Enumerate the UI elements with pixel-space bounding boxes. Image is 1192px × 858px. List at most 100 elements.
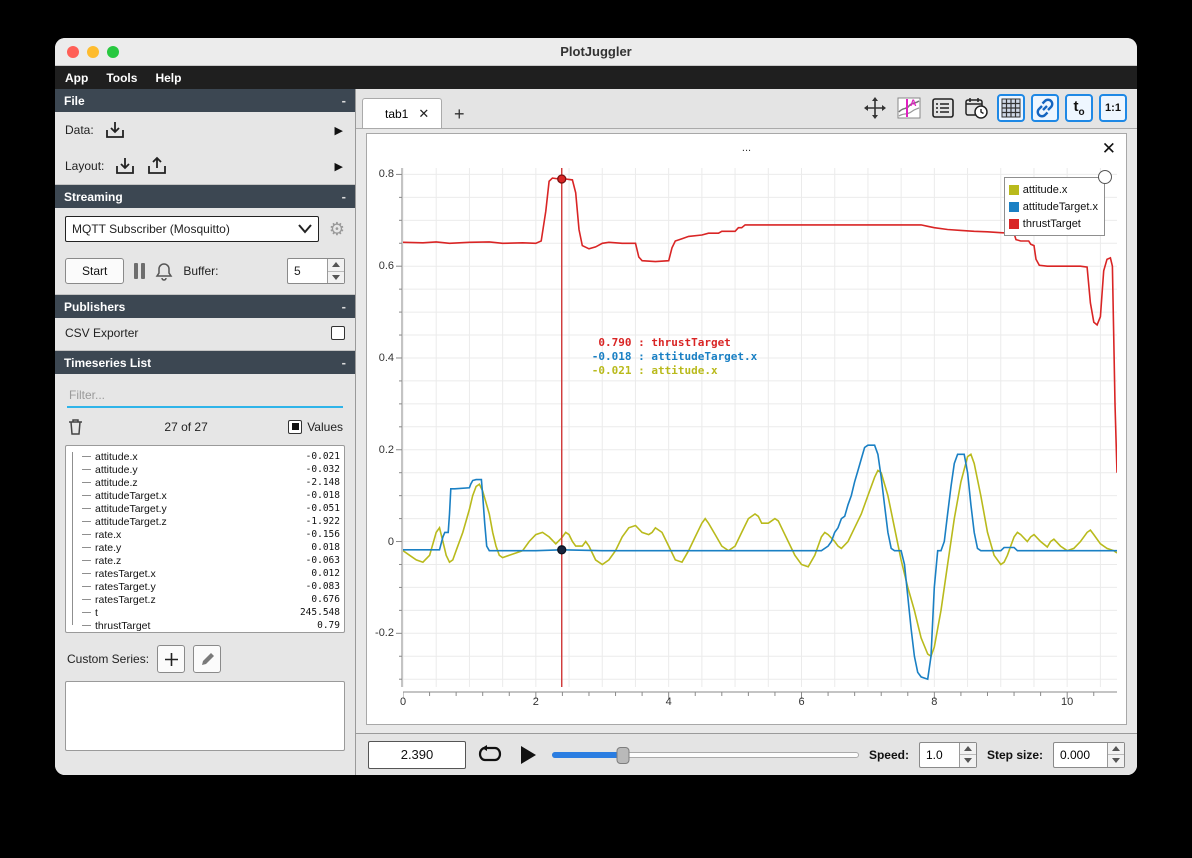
current-time-field[interactable]: 2.390: [368, 740, 466, 769]
timeseries-row[interactable]: attitudeTarget.y -0.051: [82, 502, 340, 515]
timeseries-section-header[interactable]: Timeseries List -: [55, 351, 355, 374]
legend-entry[interactable]: attitudeTarget.x: [1008, 198, 1098, 215]
step-size-value: 0.000: [1060, 747, 1091, 762]
timeseries-row[interactable]: ratesTarget.y -0.083: [82, 580, 340, 593]
list-icon[interactable]: [929, 94, 957, 122]
values-toggle[interactable]: Values: [288, 419, 343, 434]
spin-down-icon[interactable]: [1108, 755, 1124, 767]
tree-branch-icon: [82, 508, 91, 509]
publishers-section-header[interactable]: Publishers -: [55, 295, 355, 318]
start-button[interactable]: Start: [65, 258, 125, 284]
timeseries-row[interactable]: attitude.x -0.021: [82, 450, 340, 463]
buffer-spinbox[interactable]: 5: [287, 258, 345, 284]
timeseries-row[interactable]: rate.z -0.063: [82, 554, 340, 567]
collapse-icon[interactable]: -: [342, 189, 346, 204]
buffer-value: 5: [294, 264, 301, 278]
date-time-icon[interactable]: [963, 94, 991, 122]
step-size-spinbox[interactable]: 0.000: [1053, 741, 1125, 768]
menu-app[interactable]: App: [65, 71, 88, 85]
link-axes-icon[interactable]: [1031, 94, 1059, 122]
legend-entry[interactable]: attitude.x: [1008, 181, 1098, 198]
edit-custom-series-button[interactable]: [193, 645, 222, 673]
legend-entry[interactable]: thrustTarget: [1008, 215, 1098, 232]
timeseries-value: -0.156: [305, 529, 340, 540]
grid-layout-icon[interactable]: [997, 94, 1025, 122]
spin-down-icon[interactable]: [959, 755, 976, 767]
plot-canvas[interactable]: attitude.x attitudeTarget.x thrustTarget 0…: [403, 168, 1117, 687]
legend-handle-icon[interactable]: [1098, 170, 1112, 184]
timeseries-value: 245.548: [299, 607, 340, 618]
pan-zoom-icon[interactable]: [861, 94, 889, 122]
tab-tab1[interactable]: tab1 ✕: [362, 98, 443, 129]
timeseries-row[interactable]: attitudeTarget.x -0.018: [82, 489, 340, 502]
timeseries-row[interactable]: rate.x -0.156: [82, 528, 340, 541]
timeseries-row[interactable]: rate.y 0.018: [82, 541, 340, 554]
spin-up-icon[interactable]: [328, 259, 344, 272]
tracker-readout-line: 0.790 : thrustTarget: [591, 336, 731, 349]
timeseries-row[interactable]: t 245.548: [82, 606, 340, 619]
streaming-source-select[interactable]: MQTT Subscriber (Mosquitto): [65, 216, 319, 242]
plot-widget[interactable]: ... ✕ -0.2 0 0.2 0.4 0.6 0.8 attitude.x attitu…: [366, 133, 1127, 725]
plot-close-icon[interactable]: ✕: [1102, 140, 1116, 157]
timeseries-row[interactable]: attitude.y -0.032: [82, 463, 340, 476]
tree-branch-icon: [82, 586, 91, 587]
timeseries-list[interactable]: attitude.x -0.021 attitude.y -0.032 attitude…: [65, 445, 345, 633]
speed-spinbox[interactable]: 1.0: [918, 741, 977, 768]
data-menu-arrow-icon[interactable]: ▶: [335, 124, 343, 137]
slider-handle[interactable]: [616, 746, 630, 764]
speed-value: 1.0: [925, 747, 943, 762]
tab-close-icon[interactable]: ✕: [418, 106, 429, 122]
title-bar: PlotJuggler: [55, 38, 1137, 66]
play-button[interactable]: [514, 741, 542, 769]
notifications-bell-icon[interactable]: [155, 262, 173, 281]
streaming-settings-gear-icon[interactable]: ⚙: [329, 220, 345, 238]
x-tick-label: 10: [1061, 696, 1074, 708]
streaming-section-header[interactable]: Streaming -: [55, 185, 355, 208]
plot-title: ...: [741, 142, 752, 154]
y-tick-label: 0.6: [378, 260, 394, 273]
x-tick-label: 6: [798, 696, 805, 708]
x-axis: 0 2 4 6 8 10: [400, 687, 1117, 713]
add-tab-button[interactable]: +: [442, 99, 476, 129]
menu-help[interactable]: Help: [155, 71, 181, 85]
layout-menu-arrow-icon[interactable]: ▶: [335, 160, 343, 173]
values-checkbox-icon[interactable]: [288, 419, 303, 434]
spin-down-icon[interactable]: [328, 271, 344, 283]
tracker-marker-icon: [557, 545, 567, 555]
spin-up-icon[interactable]: [1108, 742, 1124, 755]
timeseries-row[interactable]: attitudeTarget.z -1.922: [82, 515, 340, 528]
load-layout-icon[interactable]: [114, 156, 136, 176]
menu-tools[interactable]: Tools: [106, 71, 137, 85]
collapse-icon[interactable]: -: [342, 299, 346, 314]
pause-icon[interactable]: [134, 263, 146, 279]
loop-button[interactable]: [476, 741, 504, 769]
collapse-icon[interactable]: -: [342, 355, 346, 370]
plot-legend[interactable]: attitude.x attitudeTarget.x thrustTarget: [1003, 170, 1112, 236]
save-layout-icon[interactable]: [146, 156, 168, 176]
tree-branch-icon: [82, 573, 91, 574]
tree-branch-icon: [82, 599, 91, 600]
timeseries-row[interactable]: ratesTarget.z 0.676: [82, 593, 340, 606]
add-custom-series-button[interactable]: [157, 645, 186, 673]
timeseries-value: -0.018: [305, 490, 340, 501]
custom-series-list[interactable]: [65, 681, 345, 751]
buffer-label: Buffer:: [183, 264, 219, 278]
load-data-icon[interactable]: [104, 120, 126, 140]
ratio-one-to-one-icon[interactable]: 1:1: [1099, 94, 1127, 122]
timeseries-row[interactable]: thrustTarget 0.79: [82, 619, 340, 632]
time-offset-icon[interactable]: to: [1065, 94, 1093, 122]
file-section-header[interactable]: File -: [55, 89, 355, 112]
trash-icon[interactable]: [67, 417, 84, 436]
collapse-icon[interactable]: -: [342, 93, 346, 108]
playback-bar: 2.390 Speed: 1.0 Step size: 0.000: [356, 733, 1137, 775]
timeseries-row[interactable]: ratesTarget.x 0.012: [82, 567, 340, 580]
publishers-section-label: Publishers: [64, 299, 126, 314]
filter-input[interactable]: [67, 384, 343, 408]
csv-exporter-checkbox[interactable]: [331, 326, 345, 340]
spin-up-icon[interactable]: [959, 742, 976, 755]
timeseries-row[interactable]: attitude.z -2.148: [82, 476, 340, 489]
time-slider[interactable]: [552, 746, 859, 764]
plus-icon: [164, 652, 178, 666]
tracker-style-icon[interactable]: A: [895, 94, 923, 122]
legend-swatch-icon: [1008, 184, 1019, 195]
